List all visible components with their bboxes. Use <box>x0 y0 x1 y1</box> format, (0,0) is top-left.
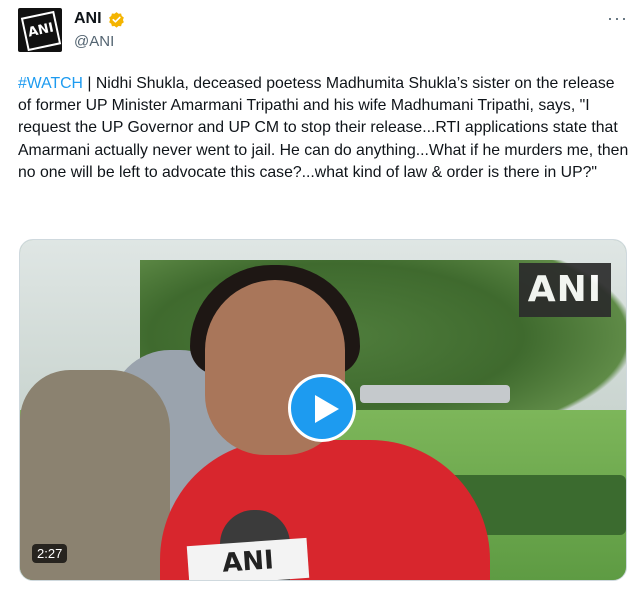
tweet-text: #WATCH | Nidhi Shukla, deceased poetess … <box>18 73 630 184</box>
video-duration: 2:27 <box>32 544 68 563</box>
video-player[interactable]: ANI ANI 2:27 <box>19 239 627 581</box>
ani-logo: ANI <box>20 10 62 52</box>
ani-watermark: ANI <box>519 263 611 317</box>
play-button[interactable] <box>288 374 356 442</box>
tweet-body: | Nidhi Shukla, deceased poetess Madhumi… <box>18 75 629 181</box>
more-options-icon[interactable]: ··· <box>607 8 628 29</box>
microphone-label: ANI <box>186 537 310 580</box>
account-name[interactable]: ANI <box>74 10 102 28</box>
play-icon <box>315 395 339 423</box>
account-handle[interactable]: @ANI <box>74 33 114 50</box>
verified-badge-icon <box>109 12 124 28</box>
avatar[interactable]: ANI <box>18 8 62 52</box>
hashtag-link[interactable]: #WATCH <box>18 75 83 92</box>
video-cars <box>360 385 510 403</box>
tweet-card[interactable]: ANI ANI @ANI ··· #WATCH | Nidhi Shukla, … <box>0 0 640 595</box>
